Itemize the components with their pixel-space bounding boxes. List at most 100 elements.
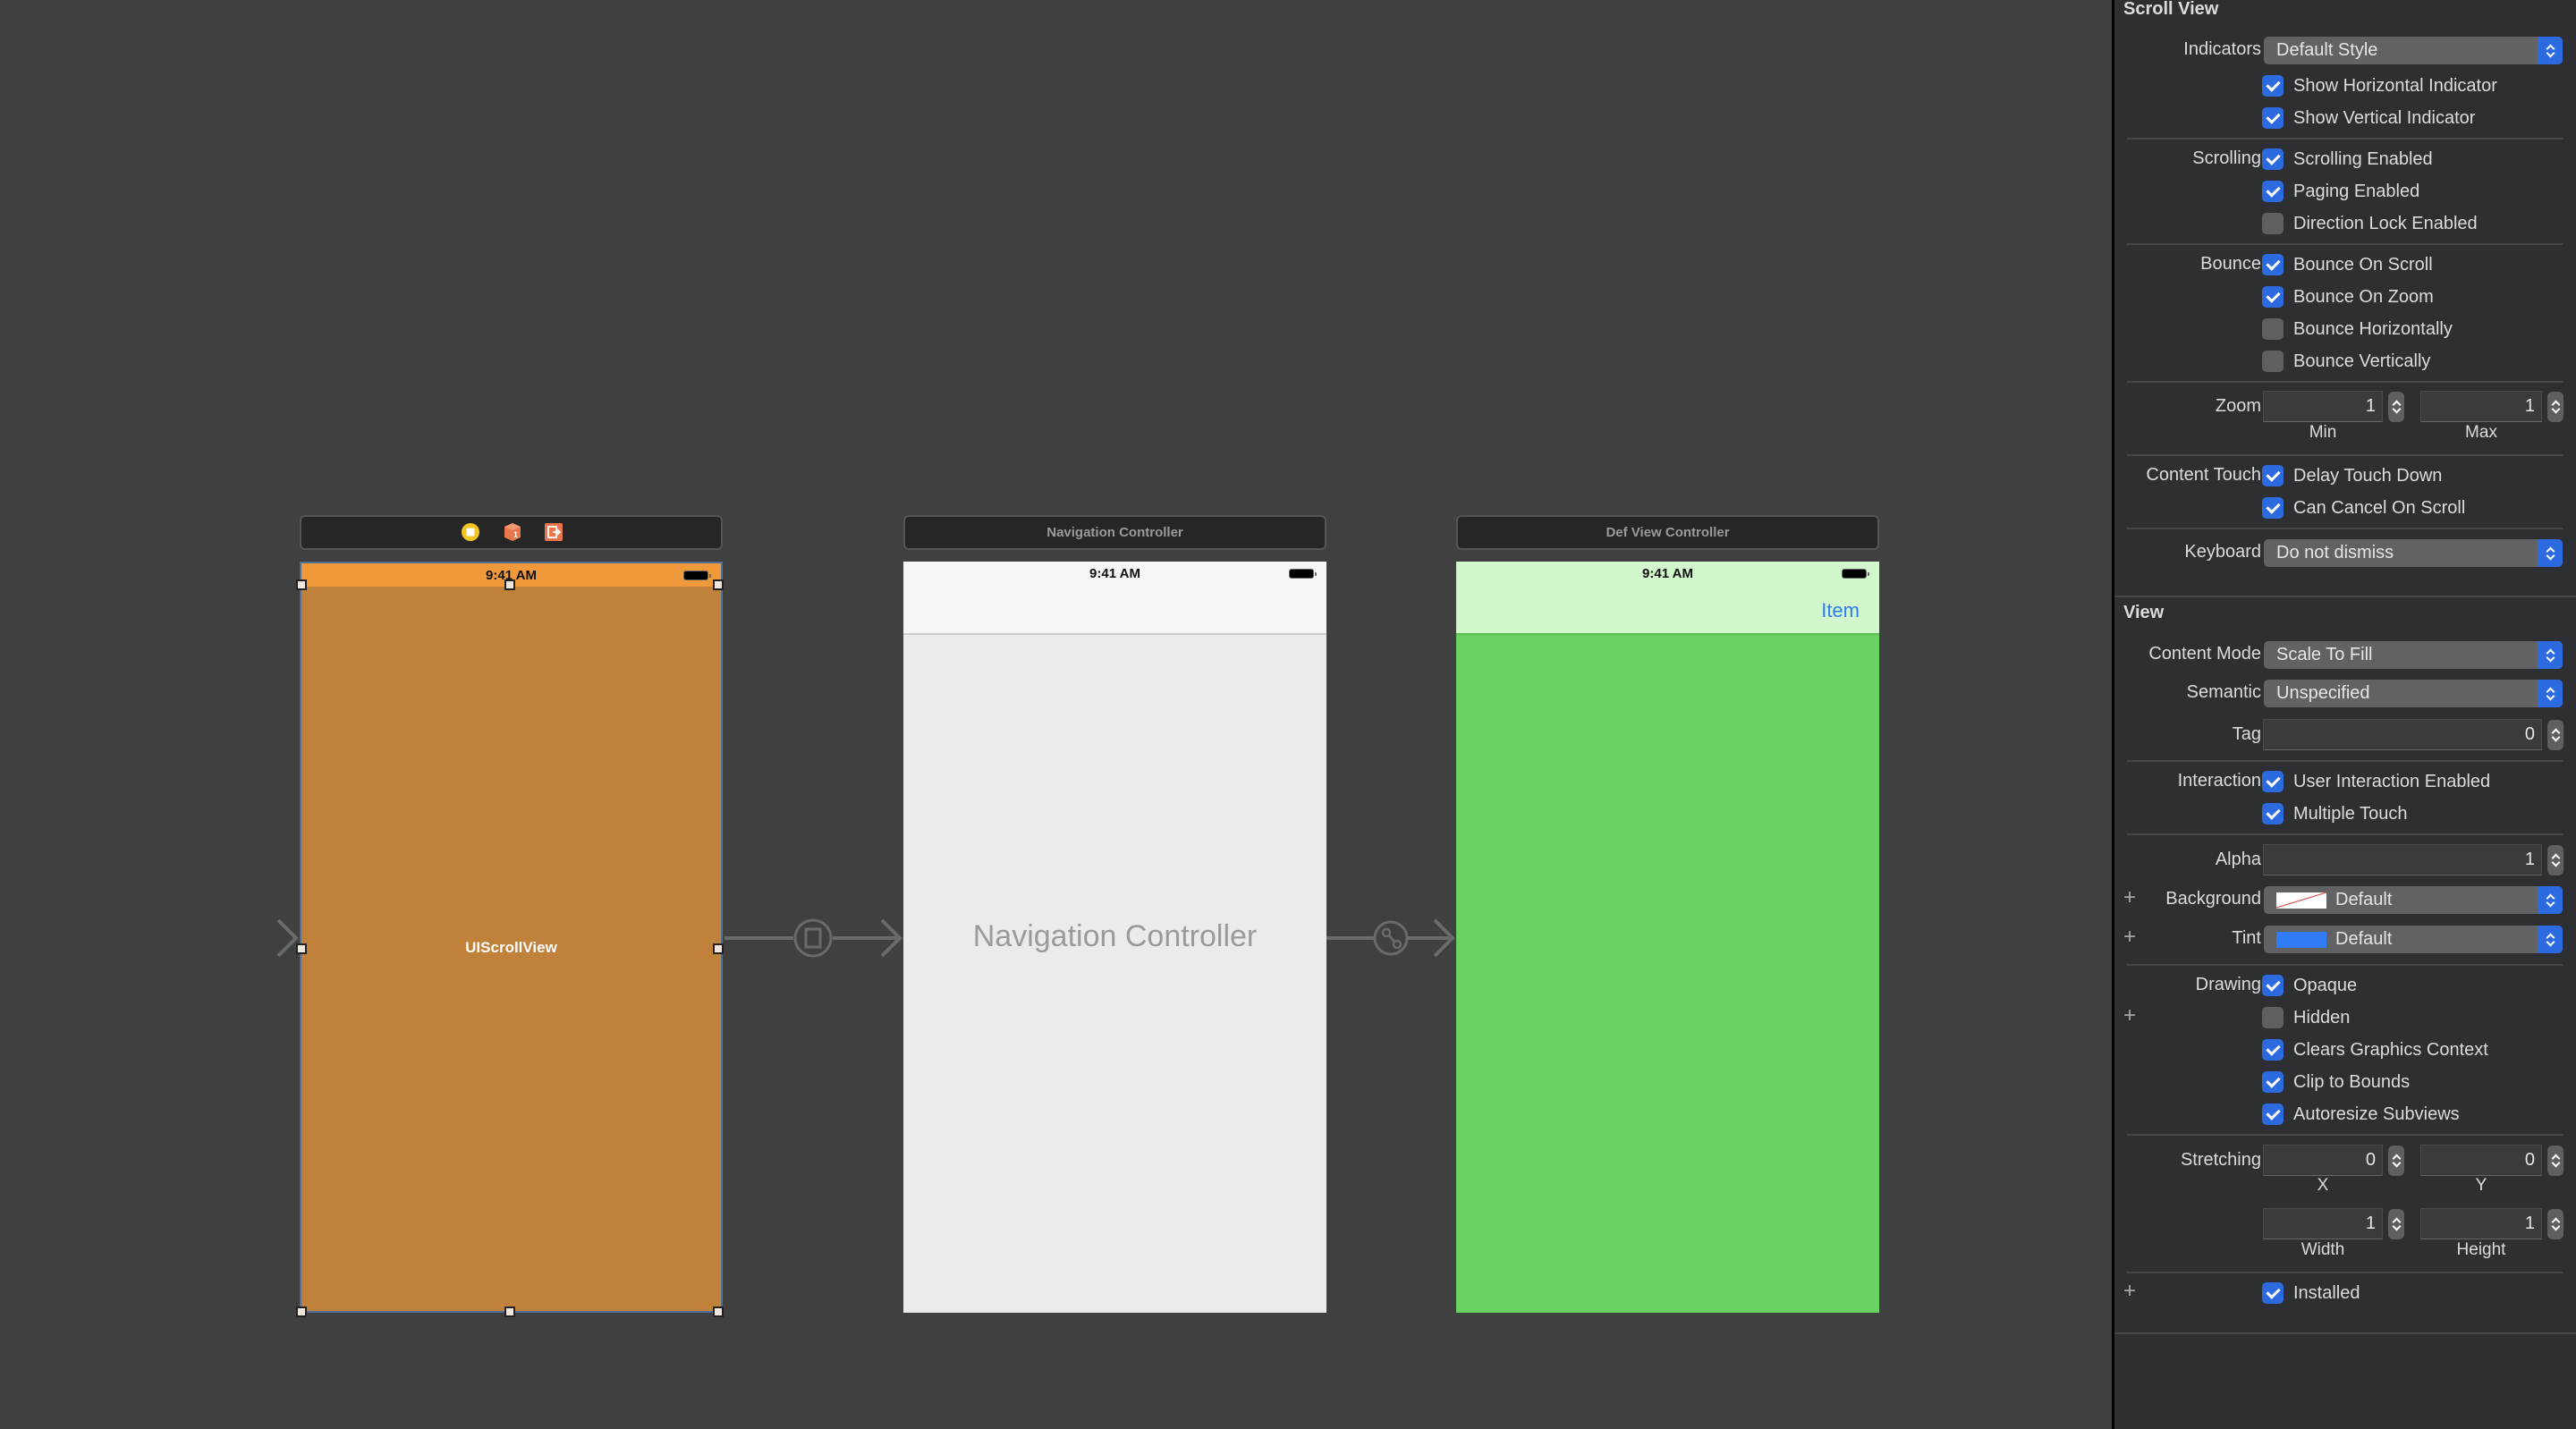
zoom-label: Zoom [2215, 396, 2261, 416]
resize-handle-right[interactable] [713, 943, 724, 954]
divider [2127, 454, 2563, 456]
popup-arrows-icon [2538, 37, 2563, 64]
add-background-variation-icon[interactable]: + [2123, 887, 2136, 909]
alpha-stepper[interactable] [2547, 845, 2563, 875]
bounce-on-zoom-checkbox[interactable]: Bounce On Zoom [2262, 286, 2434, 308]
scroll-view-scene[interactable]: 9:41 AM UIScrollView [300, 562, 723, 1313]
scrolling-enabled-checkbox[interactable]: Scrolling Enabled [2262, 148, 2433, 170]
bounce-horizontally-checkbox[interactable]: Bounce Horizontally [2262, 318, 2453, 340]
storyboard-canvas[interactable]: 1 9:41 AM UIScrollView Navigation Contro… [0, 0, 2111, 1429]
background-value: Default [2335, 890, 2393, 909]
resize-handle-top-right[interactable] [713, 579, 724, 590]
checkbox-icon [2262, 803, 2284, 824]
show-vertical-indicator-checkbox[interactable]: Show Vertical Indicator [2262, 107, 2475, 129]
resize-handle-left[interactable] [296, 943, 307, 954]
def-view-controller-scene-dock[interactable]: Def View Controller [1456, 515, 1879, 550]
direction-lock-enabled-checkbox[interactable]: Direction Lock Enabled [2262, 213, 2478, 234]
hidden-checkbox[interactable]: Hidden [2262, 1007, 2350, 1028]
background-color-popup[interactable]: Default [2264, 886, 2563, 914]
initial-view-controller-arrow[interactable] [188, 918, 299, 958]
exit-icon[interactable] [544, 522, 564, 542]
keyboard-dismiss-popup[interactable]: Do not dismiss [2264, 539, 2563, 567]
tag-label: Tag [2232, 724, 2261, 744]
stretch-width-field[interactable]: 1 [2263, 1208, 2383, 1239]
checkbox-label: Opaque [2293, 975, 2358, 995]
checkbox-icon [2262, 286, 2284, 308]
root-relationship-segue-arrow[interactable] [1326, 918, 1455, 958]
divider [2127, 138, 2563, 140]
add-hidden-variation-icon[interactable]: + [2123, 1005, 2136, 1027]
checkbox-label: Multiple Touch [2293, 803, 2408, 824]
navigation-controller-scene-dock[interactable]: Navigation Controller [903, 515, 1326, 550]
resize-handle-bottom-left[interactable] [296, 1306, 307, 1317]
keyboard-label: Keyboard [2184, 542, 2261, 562]
tag-field[interactable]: 0 [2263, 719, 2542, 750]
bounce-on-scroll-checkbox[interactable]: Bounce On Scroll [2262, 254, 2433, 275]
stretch-height-field[interactable]: 1 [2420, 1208, 2542, 1239]
checkbox-label: Can Cancel On Scroll [2293, 497, 2466, 518]
stretch-x-field[interactable]: 0 [2263, 1145, 2383, 1176]
clears-graphics-context-checkbox[interactable]: Clears Graphics Context [2262, 1039, 2488, 1061]
stretch-y-field[interactable]: 0 [2420, 1145, 2542, 1176]
checkbox-label: Clip to Bounds [2293, 1071, 2411, 1092]
status-bar: 9:41 AM [903, 562, 1326, 585]
view-controller-icon[interactable] [461, 522, 480, 542]
def-view-controller-scene[interactable]: 9:41 AM Item [1456, 562, 1879, 1313]
stretch-width-stepper[interactable] [2388, 1209, 2404, 1239]
tag-stepper[interactable] [2547, 720, 2563, 750]
resize-handle-bottom[interactable] [504, 1306, 515, 1317]
checkbox-label: Bounce Horizontally [2293, 318, 2453, 339]
delay-touch-down-checkbox[interactable]: Delay Touch Down [2262, 465, 2442, 486]
stretch-x-label: X [2317, 1176, 2329, 1195]
stretch-y-stepper[interactable] [2547, 1146, 2563, 1176]
resize-handle-top-left[interactable] [296, 579, 307, 590]
checkbox-icon [2262, 497, 2284, 519]
zoom-min-field[interactable]: 1 [2263, 391, 2383, 422]
user-interaction-enabled-checkbox[interactable]: User Interaction Enabled [2262, 771, 2490, 792]
autoresize-subviews-checkbox[interactable]: Autoresize Subviews [2262, 1103, 2460, 1125]
status-time: 9:41 AM [1642, 565, 1693, 581]
semantic-popup[interactable]: Unspecified [2264, 680, 2563, 707]
content-touch-label: Content Touch [2146, 465, 2261, 485]
checkbox-label: Bounce Vertically [2293, 351, 2431, 371]
installed-checkbox[interactable]: Installed [2262, 1282, 2360, 1304]
present-segue-arrow[interactable] [724, 918, 902, 958]
view-section-title: View [2123, 603, 2165, 622]
stretch-height-label: Height [2456, 1240, 2506, 1259]
popup-arrows-icon [2538, 680, 2563, 707]
interaction-label: Interaction [2177, 771, 2261, 791]
scrolling-label: Scrolling [2192, 148, 2261, 168]
indicators-label: Indicators [2183, 39, 2261, 59]
checkbox-icon [2262, 465, 2284, 486]
resize-handle-bottom-right[interactable] [713, 1306, 724, 1317]
multiple-touch-checkbox[interactable]: Multiple Touch [2262, 803, 2407, 824]
stretch-x-stepper[interactable] [2388, 1146, 2404, 1176]
resize-handle-top[interactable] [504, 579, 515, 590]
bounce-vertically-checkbox[interactable]: Bounce Vertically [2262, 351, 2430, 372]
stretching-label: Stretching [2180, 1150, 2261, 1170]
add-tint-variation-icon[interactable]: + [2123, 926, 2136, 948]
alpha-field[interactable]: 1 [2263, 844, 2542, 875]
stretch-height-stepper[interactable] [2547, 1209, 2563, 1239]
tint-color-popup[interactable]: Default [2264, 926, 2563, 953]
zoom-max-stepper[interactable] [2547, 392, 2563, 422]
battery-icon [1842, 569, 1869, 579]
popup-arrows-icon [2538, 926, 2563, 953]
zoom-min-stepper[interactable] [2388, 392, 2404, 422]
opaque-checkbox[interactable]: Opaque [2262, 975, 2357, 996]
zoom-max-field[interactable]: 1 [2420, 391, 2542, 422]
popup-arrows-icon [2538, 886, 2563, 914]
clip-to-bounds-checkbox[interactable]: Clip to Bounds [2262, 1071, 2410, 1093]
first-responder-icon[interactable]: 1 [503, 522, 522, 542]
can-cancel-on-scroll-checkbox[interactable]: Can Cancel On Scroll [2262, 497, 2465, 519]
navigation-controller-scene[interactable]: 9:41 AM Navigation Controller [903, 562, 1326, 1313]
checkbox-icon [2262, 351, 2284, 372]
add-installed-variation-icon[interactable]: + [2123, 1281, 2136, 1302]
content-mode-popup[interactable]: Scale To Fill [2264, 641, 2563, 669]
checkbox-label: Bounce On Zoom [2293, 286, 2434, 307]
bar-button-item[interactable]: Item [1821, 599, 1860, 622]
tint-label: Tint [2232, 928, 2261, 948]
show-horizontal-indicator-checkbox[interactable]: Show Horizontal Indicator [2262, 75, 2497, 97]
paging-enabled-checkbox[interactable]: Paging Enabled [2262, 181, 2419, 202]
indicators-popup[interactable]: Default Style [2264, 37, 2563, 64]
